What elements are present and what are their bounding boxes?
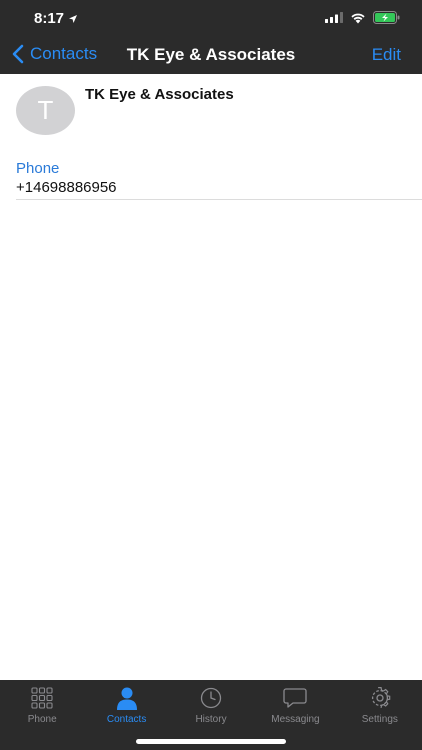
phone-field[interactable]: Phone +14698886956: [16, 160, 422, 200]
avatar: T: [16, 86, 75, 135]
status-indicators: [325, 11, 400, 24]
battery-charging-icon: [373, 11, 400, 24]
status-time-label: 8:17: [34, 10, 65, 27]
chevron-left-icon: [12, 44, 24, 64]
phone-field-label: Phone: [16, 160, 60, 177]
gear-icon: [367, 686, 393, 710]
wifi-icon: [351, 13, 365, 23]
location-arrow-icon: [69, 14, 78, 23]
contact-header: T TK Eye & Associates: [0, 74, 422, 150]
tab-phone[interactable]: Phone: [0, 680, 84, 750]
app-header: 8:17 Contacts TK Eye & Associates Edit: [0, 0, 422, 74]
tab-settings[interactable]: Settings: [338, 680, 422, 750]
back-button[interactable]: Contacts: [12, 44, 97, 64]
keypad-icon: [29, 686, 55, 710]
person-icon: [114, 686, 140, 710]
avatar-initial: T: [37, 95, 54, 125]
edit-button[interactable]: Edit: [372, 45, 401, 65]
chat-bubble-icon: [282, 686, 308, 710]
status-time: 8:17: [34, 10, 78, 27]
contact-name: TK Eye & Associates: [85, 86, 234, 103]
tab-phone-label: Phone: [27, 714, 57, 725]
cellular-signal-icon: [325, 12, 343, 23]
tab-settings-label: Settings: [361, 714, 398, 725]
back-button-label: Contacts: [30, 44, 98, 63]
clock-icon: [198, 686, 224, 710]
phone-number[interactable]: +14698886956: [16, 179, 422, 200]
tab-history-label: History: [195, 714, 227, 725]
navigation-bar: Contacts TK Eye & Associates Edit: [0, 36, 422, 74]
status-bar: 8:17: [0, 0, 422, 36]
home-indicator[interactable]: [136, 739, 286, 744]
tab-messaging-label: Messaging: [271, 714, 320, 725]
tab-contacts-label: Contacts: [106, 714, 147, 725]
